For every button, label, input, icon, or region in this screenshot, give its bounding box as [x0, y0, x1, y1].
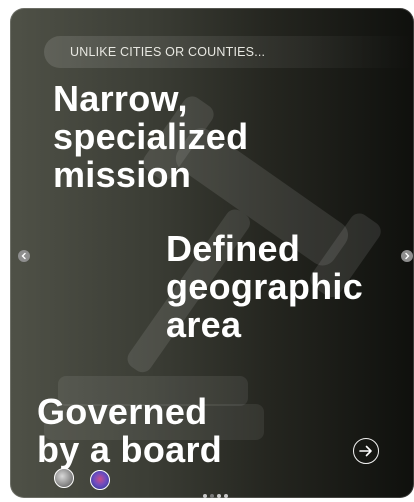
- point-line: Narrow,: [53, 78, 188, 119]
- point-line: by a board: [37, 429, 223, 470]
- eyebrow-text: UNLIKE CITIES OR COUNTIES...: [70, 45, 266, 59]
- carousel-dot[interactable]: [224, 494, 228, 498]
- carousel-dots: [203, 494, 228, 498]
- story-slide: UNLIKE CITIES OR COUNTIES... Narrow, spe…: [10, 8, 414, 498]
- carousel-dot[interactable]: [210, 494, 214, 498]
- point-line: geographic: [166, 266, 364, 307]
- carousel-next-button[interactable]: [401, 250, 413, 262]
- carousel-prev-button[interactable]: [18, 250, 30, 262]
- point-line: Governed: [37, 391, 208, 432]
- avatar[interactable]: [90, 470, 110, 490]
- point-line: specialized: [53, 116, 249, 157]
- chevron-right-icon: [405, 252, 410, 260]
- point-defined-area: Defined geographic area: [166, 230, 406, 344]
- carousel-dot[interactable]: [203, 494, 207, 498]
- carousel-dot[interactable]: [217, 494, 221, 498]
- point-line: Defined: [166, 228, 301, 269]
- point-line: mission: [53, 154, 192, 195]
- next-slide-button[interactable]: [353, 438, 379, 464]
- avatar[interactable]: [54, 468, 74, 488]
- arrow-right-icon: [359, 445, 372, 457]
- point-line: area: [166, 304, 242, 345]
- point-narrow-mission: Narrow, specialized mission: [53, 80, 313, 194]
- chevron-left-icon: [21, 252, 26, 260]
- point-governed-board: Governed by a board: [37, 393, 297, 469]
- eyebrow-banner: UNLIKE CITIES OR COUNTIES...: [44, 36, 414, 68]
